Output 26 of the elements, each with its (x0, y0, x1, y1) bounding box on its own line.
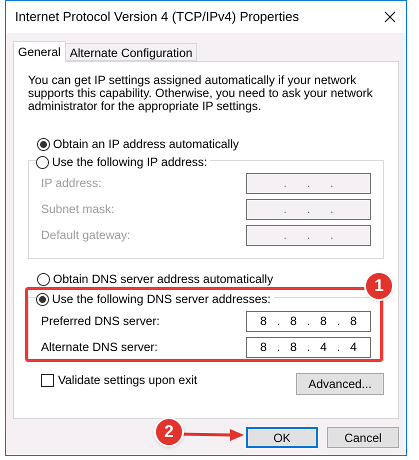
field-label: Default gateway: (41, 227, 130, 244)
description-text: You can get IP settings assigned automatically if your network supports this capability. Otherwise, you need to ask your network administrator for the appropriate IP settings. (28, 74, 374, 113)
tab[interactable]: Alternate Configuration (64, 43, 198, 61)
advanced-button[interactable]: Advanced... (296, 373, 384, 395)
ip-address-field[interactable]: 8 . 8 . 8 . 8 (246, 310, 371, 332)
radio-label: Obtain an IP address automatically (53, 136, 239, 153)
field-label: IP address: (41, 175, 102, 192)
close-icon[interactable] (384, 11, 396, 23)
radio-button[interactable] (37, 272, 50, 286)
radio-button[interactable] (36, 292, 49, 306)
radio-label: Use the following IP address: (52, 154, 208, 171)
window-title: Internet Protocol Version 4 (TCP/IPv4) Properties (15, 8, 299, 26)
field-label: Subnet mask: (41, 201, 114, 218)
radio-button[interactable] (37, 138, 50, 150)
step-badge: 2 (154, 417, 184, 447)
radio-label: Obtain DNS server address automatically (53, 271, 274, 288)
field-label: Alternate DNS server: (41, 339, 158, 356)
dialog-button[interactable]: Cancel (327, 427, 399, 448)
field-label: Preferred DNS server: (41, 313, 160, 330)
checkbox-label: Validate settings upon exit (58, 372, 198, 389)
ip-address-field[interactable]: 8 . 8 . 4 . 4 (246, 336, 371, 358)
tab[interactable]: General (13, 41, 66, 62)
dialog-button[interactable]: OK (246, 427, 318, 448)
radio-button[interactable] (36, 156, 49, 168)
radio-label: Use the following DNS server addresses: (52, 291, 271, 308)
checkbox[interactable] (41, 374, 54, 386)
